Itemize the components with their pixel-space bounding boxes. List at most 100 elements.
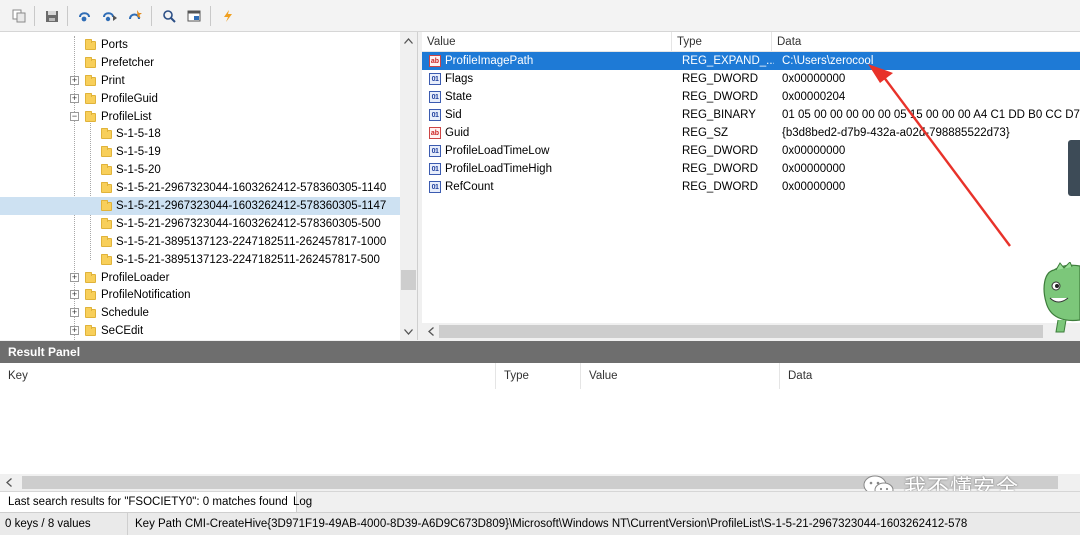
status-key-path: Key Path CMI-CreateHive{3D971F19-49AB-40…	[135, 518, 968, 530]
expand-icon[interactable]: +	[70, 290, 79, 300]
tree-item[interactable]: + ProfileGuid	[0, 90, 400, 108]
value-type: REG_DWORD	[682, 91, 759, 103]
tree-item-label: ProfileNotification	[101, 289, 191, 302]
tree-item-label: Prefetcher	[101, 56, 155, 69]
tree-item[interactable]: Ports	[0, 36, 400, 54]
value-row[interactable]: 01 RefCount REG_DWORD 0x00000000	[422, 178, 1080, 196]
folder-icon	[101, 235, 112, 247]
tree-item-label: S-1-5-21-2967323044-1603262412-578360305…	[116, 182, 387, 195]
search-icon[interactable]	[158, 5, 180, 27]
values-scroll-thumb[interactable]	[439, 325, 1043, 338]
tree-item[interactable]: S-1-5-20	[0, 161, 400, 179]
column-header-value[interactable]: Value	[422, 32, 672, 52]
tree-item[interactable]: Prefetcher	[0, 54, 400, 72]
scroll-left-icon[interactable]	[422, 323, 439, 340]
tree-item-label: S-1-5-21-2967323044-1603262412-578360305…	[116, 199, 387, 212]
tree-item[interactable]: S-1-5-19	[0, 143, 400, 161]
expand-icon[interactable]: +	[70, 326, 79, 336]
value-data: 0x00000000	[782, 181, 846, 193]
value-row[interactable]: 01 ProfileLoadTimeLow REG_DWORD 0x00000000	[422, 142, 1080, 160]
string-value-icon: ab	[429, 55, 441, 67]
folder-icon	[85, 325, 96, 337]
tree-item-label: Schedule	[101, 307, 149, 320]
status-bar: 0 keys / 8 values Key Path CMI-CreateHiv…	[0, 512, 1080, 535]
bookmark-icon[interactable]	[124, 5, 146, 27]
tree-item-label: ProfileGuid	[101, 92, 158, 105]
tree-item[interactable]: − ProfileList	[0, 108, 400, 126]
result-header-key[interactable]: Key	[0, 363, 496, 389]
binary-value-icon: 01	[429, 109, 441, 121]
result-header-data[interactable]: Data	[780, 363, 1080, 389]
scroll-down-icon[interactable]	[400, 323, 417, 340]
collapse-icon[interactable]: −	[70, 111, 79, 121]
tree-scroll-thumb[interactable]	[401, 270, 416, 290]
value-row[interactable]: 01 State REG_DWORD 0x00000204	[422, 88, 1080, 106]
values-list: Value Type Data ab ProfileImagePath REG_EX…	[422, 32, 1080, 340]
tree-item-label: SeCEdit	[101, 325, 144, 338]
value-row[interactable]: ab Guid REG_SZ {b3d8bed2-d7b9-432a-a02d-798…	[422, 124, 1080, 142]
value-row[interactable]: 01 Flags REG_DWORD 0x00000000	[422, 70, 1080, 88]
folder-icon	[85, 92, 96, 104]
tree-item[interactable]: S-1-5-21-2967323044-1603262412-578360305…	[0, 197, 400, 215]
tree-item[interactable]: + ProfileNotification	[0, 286, 400, 304]
result-scroll-left-icon[interactable]	[0, 474, 17, 491]
value-data: 0x00000000	[782, 145, 846, 157]
expand-icon[interactable]: +	[70, 308, 79, 318]
tree-item[interactable]: S-1-5-21-2967323044-1603262412-578360305…	[0, 179, 400, 197]
column-header-data[interactable]: Data	[772, 32, 1080, 52]
folder-icon	[85, 289, 96, 301]
expand-icon[interactable]: +	[70, 75, 79, 85]
value-row[interactable]: 01 Sid REG_BINARY 01 05 00 00 00 00 00 05 1…	[422, 106, 1080, 124]
tree-item[interactable]: + Schedule	[0, 304, 400, 322]
value-type: REG_DWORD	[682, 145, 759, 157]
tab-log[interactable]: Log	[285, 492, 320, 513]
tree-rows: Ports Prefetcher + Print + ProfileGuid − Profil…	[0, 36, 400, 340]
find-next-icon[interactable]	[99, 5, 121, 27]
tree-item[interactable]: S-1-5-21-2967323044-1603262412-578360305…	[0, 215, 400, 233]
value-data: 0x00000204	[782, 91, 846, 103]
folder-icon	[85, 56, 96, 68]
find-icon[interactable]	[74, 5, 96, 27]
folder-icon	[101, 200, 112, 212]
tree-item-label: ProfileList	[101, 110, 152, 123]
value-type: REG_DWORD	[682, 163, 759, 175]
plugin-icon[interactable]	[217, 5, 239, 27]
scroll-up-icon[interactable]	[400, 32, 417, 49]
tree-item[interactable]: S-1-5-21-3895137123-2247182511-262457817…	[0, 251, 400, 269]
binary-value-icon: 01	[429, 73, 441, 85]
tree-item[interactable]: S-1-5-21-3895137123-2247182511-262457817…	[0, 233, 400, 251]
value-row[interactable]: ab ProfileImagePath REG_EXPAND_... C:\Users…	[422, 52, 1080, 70]
value-type: REG_SZ	[682, 127, 729, 139]
value-type: REG_EXPAND_...	[682, 55, 774, 67]
save-hive-icon[interactable]	[41, 5, 63, 27]
tree-item[interactable]: + SeCEdit	[0, 322, 400, 340]
value-name: ProfileLoadTimeHigh	[445, 163, 552, 175]
binary-value-icon: 01	[429, 181, 441, 193]
folder-icon	[101, 217, 112, 229]
column-header-type[interactable]: Type	[672, 32, 772, 52]
result-header-value[interactable]: Value	[581, 363, 780, 389]
result-panel-title: Result Panel	[0, 341, 1080, 363]
tree-item-label: Ports	[101, 38, 128, 51]
expand-icon[interactable]: +	[70, 272, 79, 282]
mascot-icon	[1043, 262, 1080, 333]
value-row[interactable]: 01 ProfileLoadTimeHigh REG_DWORD 0x00000000	[422, 160, 1080, 178]
tree-item[interactable]: + Print	[0, 72, 400, 90]
tree-item[interactable]: + ProfileLoader	[0, 269, 400, 287]
result-header-type[interactable]: Type	[496, 363, 581, 389]
folder-icon	[101, 253, 112, 265]
registry-tree: Ports Prefetcher + Print + ProfileGuid − Profil…	[0, 32, 418, 340]
tree-item-label: S-1-5-18	[116, 128, 161, 141]
string-value-icon: ab	[429, 127, 441, 139]
tree-item-label: ProfileLoader	[101, 271, 170, 284]
binary-value-icon: 01	[429, 163, 441, 175]
value-name: ProfileImagePath	[445, 55, 534, 67]
value-name: Sid	[445, 109, 462, 121]
values-horizontal-scrollbar[interactable]	[422, 323, 1080, 340]
tree-vertical-scrollbar[interactable]	[400, 32, 417, 340]
tab-search-results[interactable]: Last search results for "FSOCIETY0": 0 m…	[0, 492, 297, 513]
copy-icon[interactable]	[8, 5, 30, 27]
expand-icon[interactable]: +	[70, 93, 79, 103]
tree-item[interactable]: S-1-5-18	[0, 125, 400, 143]
window-icon[interactable]	[183, 5, 205, 27]
